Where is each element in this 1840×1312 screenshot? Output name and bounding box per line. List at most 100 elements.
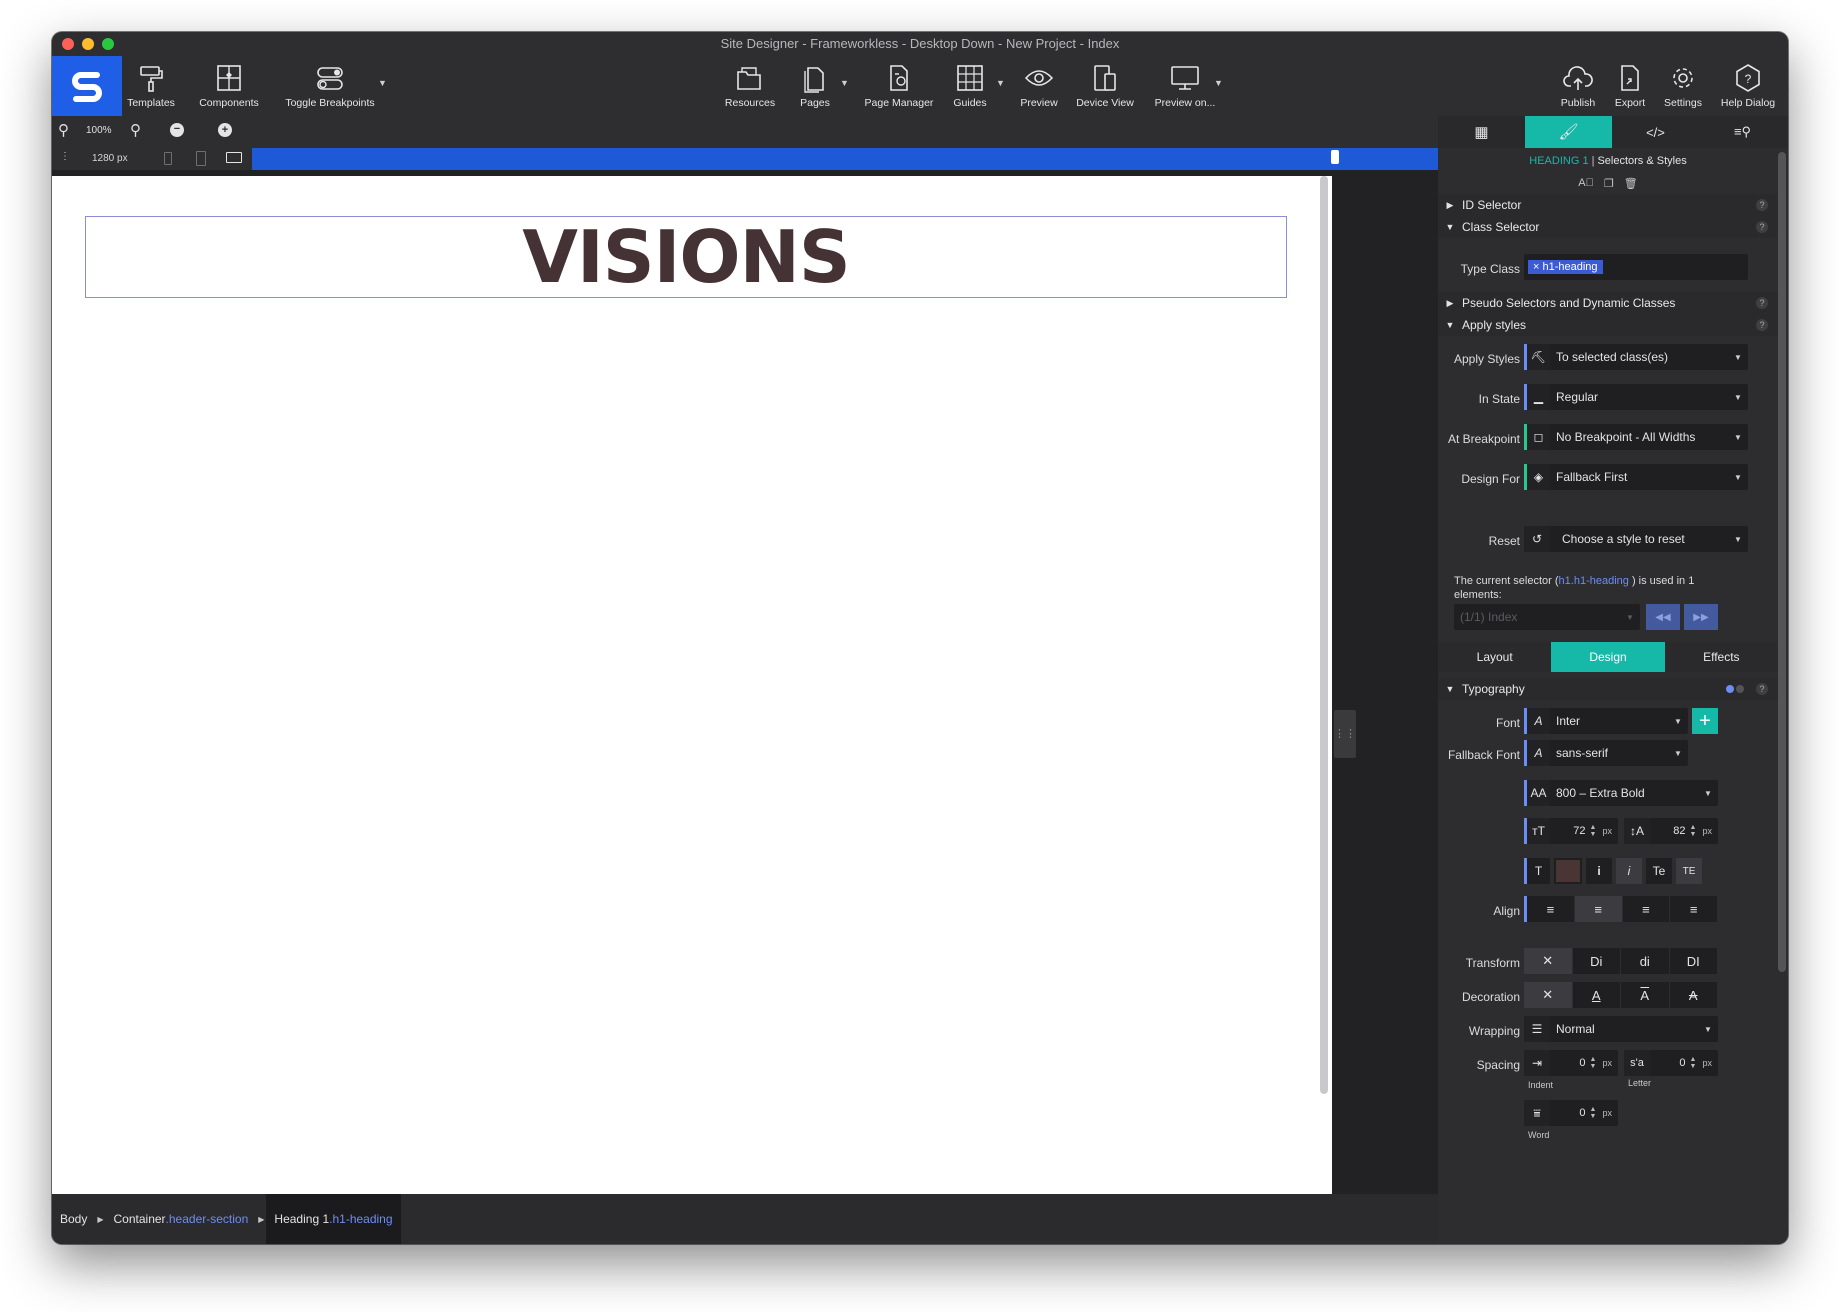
font-select[interactable]: A Inter ▼ xyxy=(1524,708,1688,734)
duplicate-icon[interactable]: ❐ xyxy=(1604,177,1614,190)
strikethrough-icon[interactable]: A xyxy=(1670,982,1718,1008)
export-button[interactable]: Export xyxy=(1608,60,1652,116)
tab-layout[interactable]: Layout xyxy=(1438,642,1551,672)
templates-button[interactable]: Templates xyxy=(118,60,184,116)
apply-styles-select[interactable]: ⛏ To selected class(es) ▼ xyxy=(1524,344,1748,370)
wrapping-select[interactable]: ☰ Normal ▼ xyxy=(1524,1016,1718,1042)
stepper-arrows-icon[interactable]: ▲ ▼ xyxy=(1590,824,1597,838)
zoom-plus-icon[interactable]: + xyxy=(218,123,232,137)
panel-scrollbar[interactable] xyxy=(1778,152,1786,972)
breadcrumb-container[interactable]: Container .header-section xyxy=(106,1194,257,1244)
preview-button[interactable]: Preview xyxy=(1010,60,1068,116)
preview-on-button[interactable]: Preview on... xyxy=(1148,60,1222,116)
components-button[interactable]: Components xyxy=(192,60,266,116)
zoom-in-magnifier-icon[interactable]: ⚲ xyxy=(130,121,141,139)
breakpoint-range-bar[interactable] xyxy=(252,148,1438,170)
transform-none-icon[interactable]: ✕ xyxy=(1524,948,1573,974)
page-manager-button[interactable]: Page Manager xyxy=(858,60,940,116)
tab-styles[interactable]: 🖌 xyxy=(1525,116,1612,148)
section-id-selector[interactable]: ▶ ID Selector ? xyxy=(1438,194,1778,216)
underline-icon[interactable]: A xyxy=(1573,982,1621,1008)
font-style-normal-button[interactable]: i xyxy=(1586,858,1612,884)
guides-button[interactable]: Guides xyxy=(948,60,992,116)
section-pseudo-selectors[interactable]: ▶ Pseudo Selectors and Dynamic Classes ? xyxy=(1438,292,1778,314)
drag-handle-icon[interactable]: ⋮ xyxy=(60,151,70,162)
font-size-stepper[interactable]: тT 72 ▲ ▼ px xyxy=(1524,818,1618,844)
chevron-down-icon[interactable]: ▼ xyxy=(378,78,387,88)
tab-search[interactable]: ≡⚲ xyxy=(1699,116,1786,148)
section-class-selector[interactable]: ▼ Class Selector ? xyxy=(1438,216,1778,238)
help-dialog-button[interactable]: ? Help Dialog xyxy=(1716,60,1780,116)
breakpoint-slider-handle[interactable] xyxy=(1331,150,1339,164)
transform-lowercase-button[interactable]: di xyxy=(1621,948,1670,974)
stepper-arrows-icon[interactable]: ▲ ▼ xyxy=(1590,1106,1597,1120)
close-window-button[interactable] xyxy=(62,38,74,50)
rename-icon[interactable]: A⃞ xyxy=(1578,177,1594,189)
breadcrumb-heading[interactable]: Heading 1 .h1-heading xyxy=(266,1194,401,1244)
small-caps-button[interactable]: TE xyxy=(1676,858,1702,884)
in-state-select[interactable]: ▁ Regular ▼ xyxy=(1524,384,1748,410)
tab-design[interactable]: Design xyxy=(1551,642,1665,672)
heading-visions[interactable]: VISIONS xyxy=(522,215,850,299)
help-icon[interactable]: ? xyxy=(1756,319,1768,331)
device-view-button[interactable]: Device View xyxy=(1072,60,1138,116)
usage-page-select[interactable]: (1/1) Index ▼ xyxy=(1454,604,1640,630)
align-right-icon[interactable]: ≡ xyxy=(1623,896,1671,922)
stepper-arrows-icon[interactable]: ▲ ▼ xyxy=(1690,824,1697,838)
stepper-arrows-icon[interactable]: ▲ ▼ xyxy=(1590,1056,1597,1070)
trash-icon[interactable]: 🗑 xyxy=(1624,177,1638,190)
align-left-icon[interactable]: ≡ xyxy=(1527,896,1575,922)
section-typography[interactable]: ▼ Typography ? xyxy=(1438,678,1778,700)
italic-button[interactable]: i xyxy=(1616,858,1642,884)
indent-stepper[interactable]: ⇥ 0 ▲ ▼ px xyxy=(1524,1050,1618,1076)
publish-button[interactable]: Publish xyxy=(1552,60,1604,116)
tablet-breakpoint-icon[interactable] xyxy=(196,151,206,166)
pages-chevron-down-icon[interactable]: ▼ xyxy=(840,78,849,88)
zoom-window-button[interactable] xyxy=(102,38,114,50)
help-icon[interactable]: ? xyxy=(1756,221,1768,233)
toggle-breakpoints-button[interactable]: Toggle Breakpoints xyxy=(278,60,382,116)
zoom-out-magnifier-icon[interactable]: ⚲ xyxy=(58,121,69,139)
tab-effects[interactable]: Effects xyxy=(1665,642,1778,672)
transform-capitalize-button[interactable]: Di xyxy=(1573,948,1621,974)
tab-code[interactable]: </> xyxy=(1612,116,1699,148)
canvas-resize-handle[interactable]: ⋮⋮ xyxy=(1334,710,1356,758)
app-logo[interactable] xyxy=(52,56,122,116)
phone-breakpoint-icon[interactable] xyxy=(164,152,172,165)
word-spacing-stepper[interactable]: ⩸ 0 ▲ ▼ px xyxy=(1524,1100,1618,1126)
previous-usage-button[interactable]: ◀◀ xyxy=(1646,604,1680,630)
help-icon[interactable]: ? xyxy=(1756,297,1768,309)
breadcrumb-body[interactable]: Body xyxy=(52,1194,95,1244)
line-height-stepper[interactable]: ↕A 82 ▲ ▼ px xyxy=(1624,818,1718,844)
font-weight-select[interactable]: AA 800 – Extra Bold ▼ xyxy=(1524,780,1718,806)
fallback-font-select[interactable]: A sans-serif ▼ xyxy=(1524,740,1688,766)
at-breakpoint-select[interactable]: ◻ No Breakpoint - All Widths ▼ xyxy=(1524,424,1748,450)
pages-button[interactable]: Pages xyxy=(792,60,838,116)
stepper-arrows-icon[interactable]: ▲ ▼ xyxy=(1690,1056,1697,1070)
text-color-swatch[interactable] xyxy=(1554,858,1582,884)
canvas-scrollbar[interactable] xyxy=(1320,176,1328,1094)
resources-button[interactable]: Resources xyxy=(718,60,782,116)
settings-button[interactable]: Settings xyxy=(1658,60,1708,116)
decoration-none-icon[interactable]: ✕ xyxy=(1524,982,1573,1008)
minimize-window-button[interactable] xyxy=(82,38,94,50)
zoom-minus-icon[interactable]: − xyxy=(170,123,184,137)
next-usage-button[interactable]: ▶▶ xyxy=(1684,604,1718,630)
small-caps-off-button[interactable]: Te xyxy=(1646,858,1672,884)
guides-chevron-down-icon[interactable]: ▼ xyxy=(996,78,1005,88)
type-class-field[interactable]: × h1-heading xyxy=(1524,254,1748,280)
help-icon[interactable]: ? xyxy=(1756,683,1768,695)
align-justify-icon[interactable]: ≡ xyxy=(1670,896,1718,922)
design-canvas[interactable]: VISIONS xyxy=(52,176,1332,1194)
overline-icon[interactable]: A xyxy=(1621,982,1670,1008)
reset-select[interactable]: ↺ Choose a style to reset ▼ xyxy=(1524,526,1748,552)
transform-uppercase-button[interactable]: DI xyxy=(1670,948,1718,974)
help-icon[interactable]: ? xyxy=(1756,199,1768,211)
selected-heading-element[interactable]: VISIONS xyxy=(85,215,1287,299)
add-font-button[interactable]: + xyxy=(1692,708,1718,734)
design-for-select[interactable]: ◈ Fallback First ▼ xyxy=(1524,464,1748,490)
letter-spacing-stepper[interactable]: s'a 0 ▲ ▼ px xyxy=(1624,1050,1718,1076)
desktop-breakpoint-icon[interactable] xyxy=(226,152,242,163)
align-center-icon[interactable]: ≡ xyxy=(1574,896,1623,922)
class-chip[interactable]: × h1-heading xyxy=(1528,260,1603,274)
